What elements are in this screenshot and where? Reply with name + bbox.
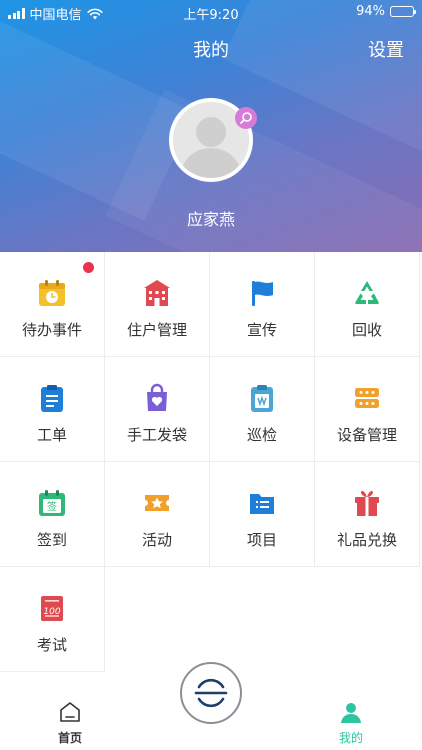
battery-percent: 94% xyxy=(356,4,385,19)
notification-badge xyxy=(83,262,94,273)
menu-item-recycle[interactable]: 回收 xyxy=(315,252,420,357)
home-icon xyxy=(60,702,80,722)
menu-item-activity[interactable]: 活动 xyxy=(105,462,210,567)
tab-mine[interactable]: 我的 xyxy=(306,700,396,746)
flag-icon xyxy=(246,277,278,309)
menu-item-label: 工单 xyxy=(36,426,67,444)
svg-text:签: 签 xyxy=(47,500,57,513)
menu-item-sign-in[interactable]: 签 签到 xyxy=(0,462,105,567)
avatar-edit-button[interactable] xyxy=(235,107,257,129)
tab-home[interactable]: 首页 xyxy=(25,700,115,746)
menu-item-bag-distribution[interactable]: 手工发袋 xyxy=(105,357,210,462)
recycle-icon xyxy=(351,277,383,309)
menu-item-todo[interactable]: 待办事件 xyxy=(0,252,105,357)
person-icon xyxy=(341,703,361,723)
menu-item-label: 活动 xyxy=(141,531,172,549)
tab-home-label: 首页 xyxy=(57,731,82,745)
menu-item-label: 考试 xyxy=(36,636,67,654)
building-icon xyxy=(141,277,173,309)
menu-item-work-order[interactable]: 工单 xyxy=(0,357,105,462)
menu-item-label: 住户管理 xyxy=(126,321,187,339)
ticket-icon xyxy=(141,487,173,519)
calendar-icon xyxy=(36,277,68,309)
menu-item-residents[interactable]: 住户管理 xyxy=(105,252,210,357)
user-name: 应家燕 xyxy=(186,210,235,229)
menu-item-publicity[interactable]: 宣传 xyxy=(210,252,315,357)
scan-icon xyxy=(194,678,228,708)
menu-item-label: 手工发袋 xyxy=(126,426,187,444)
menu-item-device-management[interactable]: 设备管理 xyxy=(315,357,420,462)
settings-button[interactable]: 设置 xyxy=(368,36,404,62)
clipboard-icon xyxy=(36,382,68,414)
exam-icon: 100 xyxy=(36,592,68,624)
page-title: 我的 xyxy=(193,40,229,61)
sign-in-calendar-icon: 签 xyxy=(36,487,68,519)
status-bar: 中国电信 上午9:20 94% xyxy=(0,0,422,24)
device-icon xyxy=(351,382,383,414)
menu-item-label: 项目 xyxy=(246,531,277,549)
menu-item-project[interactable]: 项目 xyxy=(210,462,315,567)
menu-item-label: 回收 xyxy=(351,321,382,339)
menu-item-label: 礼品兑换 xyxy=(336,531,397,549)
menu-item-label: 待办事件 xyxy=(21,321,82,339)
inspection-clipboard-icon xyxy=(246,382,278,414)
battery-icon xyxy=(390,6,416,17)
menu-item-label: 签到 xyxy=(36,531,67,549)
scan-button[interactable] xyxy=(180,662,242,724)
tab-mine-label: 我的 xyxy=(338,731,363,745)
menu-item-label: 宣传 xyxy=(246,321,277,339)
menu-item-exam[interactable]: 100 考试 xyxy=(0,567,105,672)
menu-item-label: 设备管理 xyxy=(336,426,397,444)
search-icon xyxy=(240,112,252,124)
menu-item-gift-exchange[interactable]: 礼品兑换 xyxy=(315,462,420,567)
folder-icon xyxy=(246,487,278,519)
bag-icon xyxy=(141,382,173,414)
gift-icon xyxy=(351,487,383,519)
menu-item-inspection[interactable]: 巡检 xyxy=(210,357,315,462)
menu-item-label: 巡检 xyxy=(246,426,277,444)
